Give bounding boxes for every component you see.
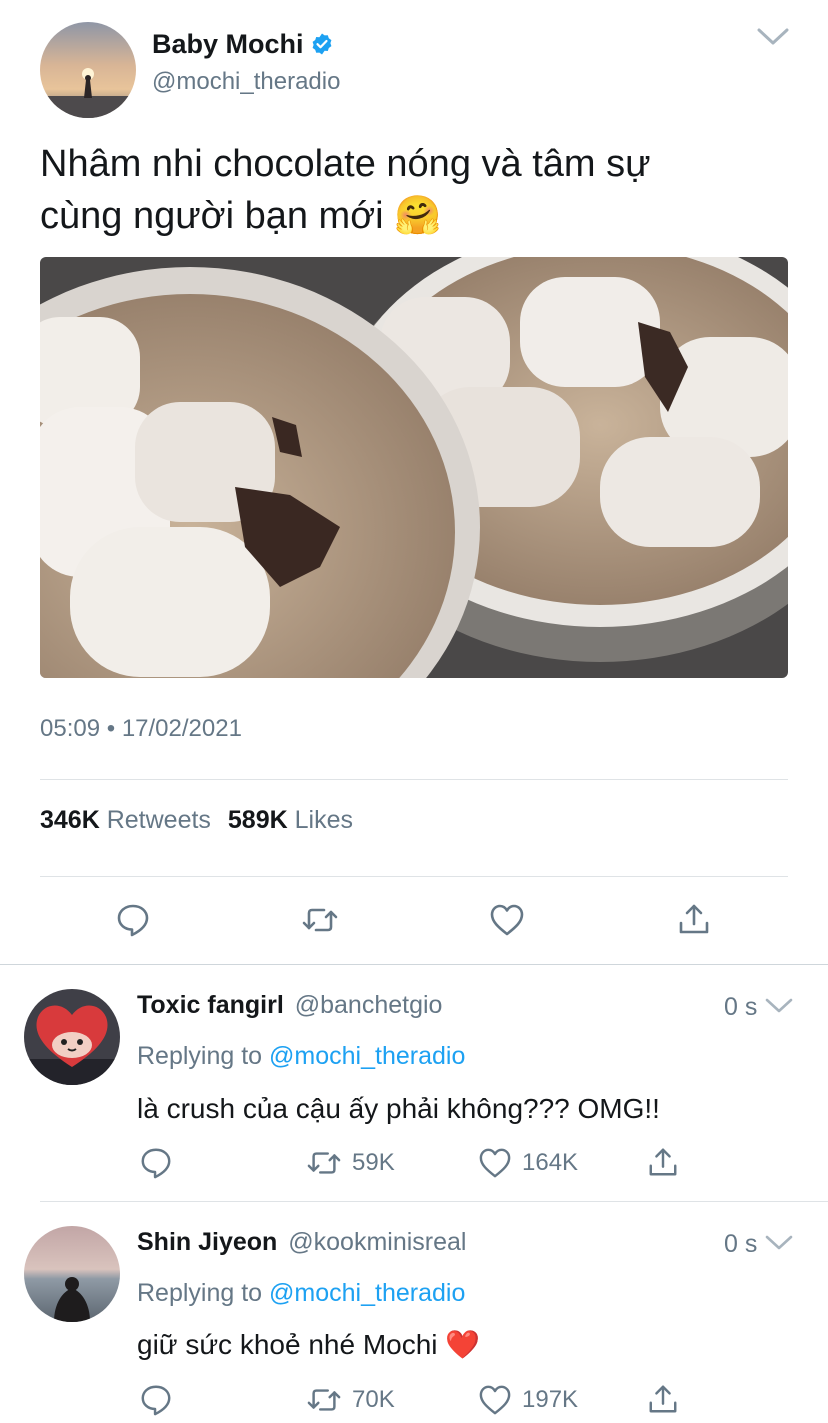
divider (40, 1201, 828, 1202)
retweet-count: 59K (352, 1149, 395, 1176)
retweet-icon (307, 1152, 341, 1174)
share-icon (679, 904, 709, 934)
reply-button[interactable] (139, 1383, 173, 1417)
retweet-icon (307, 1389, 341, 1411)
share-button[interactable] (647, 1383, 679, 1415)
reply-header: Shin Jiyeon @kookminisreal (137, 1228, 466, 1257)
retweet-count: 70K (352, 1386, 395, 1413)
reply-icon (117, 904, 149, 937)
reply-author-handle[interactable]: @kookminisreal (288, 1228, 466, 1256)
reply-header: Toxic fangirl @banchetgio (137, 991, 442, 1020)
tweet-photo[interactable] (40, 257, 788, 678)
share-icon (649, 1385, 677, 1413)
reply-avatar[interactable] (24, 1226, 120, 1322)
hugging-face-emoji: 🤗 (394, 195, 442, 237)
reply-text-content: giữ sức khoẻ nhé Mochi (137, 1329, 438, 1360)
reply-icon (141, 1148, 171, 1179)
chevron-down-icon[interactable] (764, 1233, 794, 1253)
retweet-button[interactable] (301, 902, 339, 938)
divider (40, 779, 788, 780)
heart-icon (490, 904, 524, 936)
heart-icon (479, 1385, 511, 1415)
retweets-label: Retweets (106, 806, 211, 834)
like-button[interactable] (489, 903, 525, 937)
reply-time: 0 s (724, 1230, 758, 1258)
tweet-stats: 346K Retweets 589K Likes (40, 806, 353, 835)
reply-button[interactable] (139, 1146, 173, 1180)
replying-to-handle-link[interactable]: @mochi_theradio (269, 1042, 465, 1070)
replying-to-label: Replying to (137, 1042, 263, 1070)
divider (40, 876, 788, 877)
reply-button[interactable] (115, 902, 151, 938)
chevron-down-icon[interactable] (756, 26, 790, 48)
tweet-text-line-2: cùng người bạn mới (40, 195, 384, 237)
tweet-text-line-1: Nhâm nhi chocolate nóng và tâm sự (40, 143, 651, 185)
replying-to: Replying to @mochi_theradio (137, 1042, 465, 1071)
retweet-button[interactable]: 59K (306, 1146, 395, 1180)
retweets-count: 346K (40, 806, 100, 834)
reply-author-name[interactable]: Shin Jiyeon (137, 1228, 277, 1256)
like-count: 197K (522, 1386, 579, 1413)
like-button[interactable]: 197K (478, 1384, 578, 1416)
reply-text: là crush của cậu ấy phải không??? OMG!! (137, 1093, 660, 1124)
retweets-stat[interactable]: 346K Retweets (40, 806, 218, 834)
separator-dot: • (106, 715, 122, 742)
replying-to-label: Replying to (137, 1279, 263, 1307)
chevron-down-icon[interactable] (764, 996, 794, 1016)
share-button[interactable] (677, 902, 711, 936)
reply-avatar[interactable] (24, 989, 120, 1085)
share-button[interactable] (647, 1146, 679, 1178)
verified-badge-icon (310, 32, 334, 56)
likes-stat[interactable]: 589K Likes (228, 806, 353, 834)
retweet-button[interactable]: 70K (306, 1383, 395, 1417)
section-divider (0, 964, 828, 965)
tweet-date: 17/02/2021 (121, 715, 242, 742)
reply-time: 0 s (724, 993, 758, 1021)
likes-count: 589K (227, 806, 288, 834)
tweet-time: 05:09 (40, 715, 101, 742)
tweet-timestamp: 05:09 • 17/02/2021 (40, 715, 242, 743)
replying-to-handle-link[interactable]: @mochi_theradio (269, 1279, 465, 1307)
tweet-text: Nhâm nhi chocolate nóng và tâm sự cùng n… (40, 138, 800, 242)
red-heart-emoji: ❤️ (445, 1329, 481, 1360)
like-button[interactable]: 164K (478, 1147, 578, 1179)
like-count: 164K (522, 1149, 579, 1176)
reply-author-handle[interactable]: @banchetgio (295, 991, 443, 1019)
reply-author-name[interactable]: Toxic fangirl (137, 991, 284, 1019)
retweet-icon (302, 908, 338, 932)
author-name[interactable]: Baby Mochi (152, 29, 304, 60)
reply-text: giữ sức khoẻ nhé Mochi ❤️ (137, 1328, 480, 1361)
reply-icon (141, 1385, 171, 1416)
author-avatar[interactable] (40, 22, 136, 118)
heart-icon (479, 1148, 511, 1178)
share-icon (649, 1148, 677, 1176)
author-handle[interactable]: @mochi_theradio (152, 68, 340, 96)
replying-to: Replying to @mochi_theradio (137, 1279, 465, 1308)
likes-label: Likes (294, 806, 353, 834)
